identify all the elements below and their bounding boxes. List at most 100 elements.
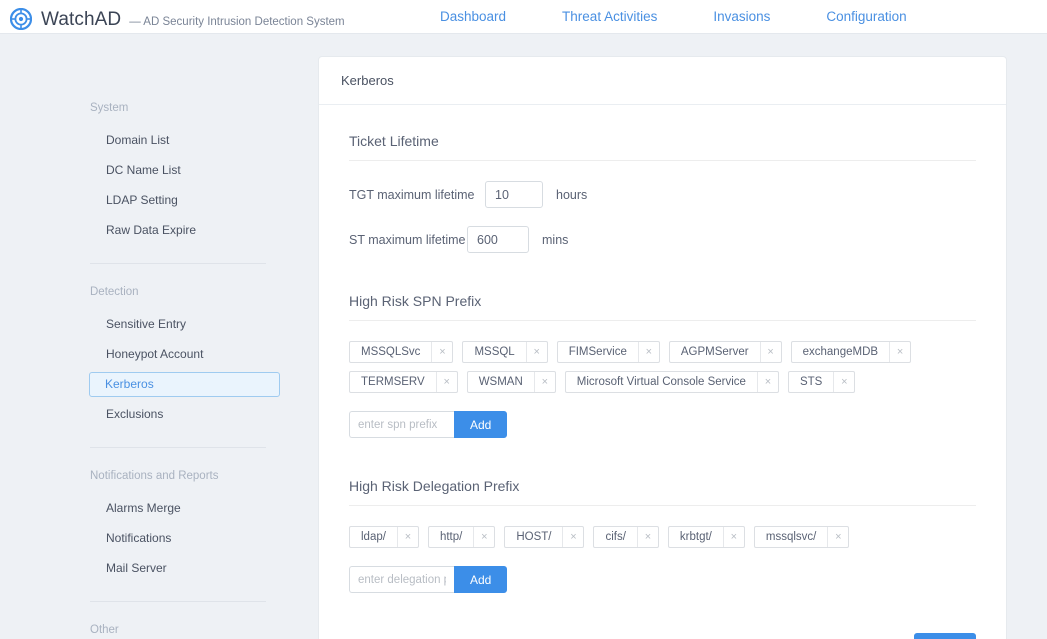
tag-item: cifs/ × <box>593 526 659 548</box>
st-lifetime-input[interactable] <box>467 226 529 253</box>
save-row: Save <box>349 633 976 639</box>
tag-label: cifs/ <box>605 531 626 543</box>
sidebar-item-honeypot-account[interactable]: Honeypot Account <box>90 342 266 367</box>
tag-item: TERMSERV × <box>349 371 458 393</box>
tgt-lifetime-input[interactable] <box>485 181 543 208</box>
main-navigation: Dashboard Threat Activities Invasions Co… <box>440 9 907 24</box>
sidebar-divider <box>90 263 266 264</box>
section-title-high-risk-spn-prefix: High Risk SPN Prefix <box>349 287 976 321</box>
main-content: Kerberos Ticket Lifetime TGT maximum lif… <box>318 34 1047 639</box>
sidebar-item-dc-name-list[interactable]: DC Name List <box>90 158 266 183</box>
tag-item: Microsoft Virtual Console Service × <box>564 371 779 393</box>
tag-remove-icon[interactable]: × <box>435 372 457 392</box>
tag-remove-icon[interactable]: × <box>722 527 744 547</box>
tag-label: STS <box>799 376 823 388</box>
tag-remove-icon[interactable]: × <box>473 527 494 547</box>
section-title-high-risk-delegation-prefix: High Risk Delegation Prefix <box>349 472 976 506</box>
sidebar-item-notifications[interactable]: Notifications <box>90 526 266 551</box>
sidebar-group-detection: Detection Sensitive Entry Honeypot Accou… <box>0 286 318 427</box>
tag-remove-icon[interactable]: × <box>833 372 854 392</box>
tag-remove-icon[interactable]: × <box>637 342 659 362</box>
tag-label: HOST/ <box>516 531 552 543</box>
top-header-bar: WatchAD — AD Security Intrusion Detectio… <box>0 0 1047 34</box>
add-delegation-prefix-button[interactable]: Add <box>454 566 508 593</box>
delegation-prefix-input[interactable] <box>349 566 454 593</box>
sidebar-item-domain-list[interactable]: Domain List <box>90 128 266 153</box>
tag-label: mssqlsvc/ <box>765 531 817 543</box>
tag-label: Microsoft Virtual Console Service <box>576 376 746 388</box>
tag-label: ldap/ <box>361 531 386 543</box>
sidebar-item-exclusions[interactable]: Exclusions <box>90 402 266 427</box>
tag-label: MSSQL <box>474 346 515 358</box>
tag-item: WSMAN × <box>466 371 556 393</box>
tag-remove-icon[interactable]: × <box>525 342 547 362</box>
tag-label: TERMSERV <box>361 376 425 388</box>
tag-label: FIMService <box>568 346 627 358</box>
target-crosshair-icon <box>9 7 33 30</box>
tag-item: exchangeMDB × <box>790 341 912 363</box>
tag-item: http/ × <box>427 526 496 548</box>
tag-label: krbtgt/ <box>679 531 712 543</box>
tag-remove-icon[interactable]: × <box>562 527 583 547</box>
sidebar-group-notifications-and-reports: Notifications and Reports Alarms Merge N… <box>0 470 318 581</box>
add-spn-prefix-button[interactable]: Add <box>454 411 508 438</box>
tag-label: exchangeMDB <box>802 346 879 358</box>
save-button[interactable]: Save <box>913 633 976 639</box>
sidebar: System Domain List DC Name List LDAP Set… <box>0 34 318 639</box>
sidebar-item-ldap-setting[interactable]: LDAP Setting <box>90 188 266 213</box>
tgt-lifetime-label: TGT maximum lifetime <box>349 187 475 202</box>
sidebar-item-kerberos[interactable]: Kerberos <box>89 372 280 397</box>
sidebar-group-title: Detection <box>90 286 139 298</box>
brand-tagline: — AD Security Intrusion Detection System <box>129 15 345 28</box>
nav-item-configuration[interactable]: Configuration <box>826 9 906 24</box>
tag-remove-icon[interactable]: × <box>396 527 418 547</box>
tag-item: MSSQL × <box>462 341 548 363</box>
tag-item: ldap/ × <box>349 526 419 548</box>
spn-prefix-input[interactable] <box>349 411 454 438</box>
sidebar-divider <box>90 601 266 602</box>
tag-remove-icon[interactable]: × <box>431 342 452 362</box>
sidebar-item-alarms-merge[interactable]: Alarms Merge <box>90 496 266 521</box>
nav-item-invasions[interactable]: Invasions <box>713 9 770 24</box>
kerberos-settings-panel: Kerberos Ticket Lifetime TGT maximum lif… <box>318 56 1007 639</box>
tag-item: mssqlsvc/ × <box>753 526 850 548</box>
tag-item: MSSQLSvc × <box>349 341 454 363</box>
tag-item: HOST/ × <box>504 526 585 548</box>
tag-label: AGPMServer <box>680 346 749 358</box>
tag-item: STS × <box>787 371 856 393</box>
tag-label: WSMAN <box>478 376 523 388</box>
section-title-ticket-lifetime: Ticket Lifetime <box>349 127 976 161</box>
delegation-prefix-tag-list: ldap/ × http/ × HOST/ × cifs/ × krbtgt/ × mss… <box>349 526 919 548</box>
sidebar-group-title: System <box>90 102 129 114</box>
tag-label: MSSQLSvc <box>361 346 421 358</box>
tag-remove-icon[interactable]: × <box>827 527 848 547</box>
tag-remove-icon[interactable]: × <box>756 372 778 392</box>
sidebar-group-system: System Domain List DC Name List LDAP Set… <box>0 102 318 243</box>
delegation-add-row: Add <box>349 566 976 593</box>
tag-remove-icon[interactable]: × <box>636 527 658 547</box>
sidebar-group-title: Other <box>90 624 119 636</box>
st-lifetime-label: ST maximum lifetime <box>349 232 466 247</box>
tag-remove-icon[interactable]: × <box>533 372 555 392</box>
tag-remove-icon[interactable]: × <box>759 342 781 362</box>
nav-item-threat-activities[interactable]: Threat Activities <box>562 9 657 24</box>
st-lifetime-unit: mins <box>542 232 569 247</box>
nav-item-dashboard[interactable]: Dashboard <box>440 9 506 24</box>
tag-item: krbtgt/ × <box>667 526 745 548</box>
sidebar-group-title: Notifications and Reports <box>90 470 219 482</box>
st-lifetime-row: ST maximum lifetime mins <box>349 226 976 253</box>
tgt-lifetime-unit: hours <box>556 187 588 202</box>
tag-item: AGPMServer × <box>668 341 782 363</box>
sidebar-group-other: Other About <box>0 624 318 639</box>
spn-add-row: Add <box>349 411 976 438</box>
brand-name: WatchAD <box>41 8 122 30</box>
tag-item: FIMService × <box>556 341 660 363</box>
tgt-lifetime-row: TGT maximum lifetime hours <box>349 181 976 208</box>
sidebar-item-raw-data-expire[interactable]: Raw Data Expire <box>90 218 266 243</box>
spn-prefix-tag-list: MSSQLSvc × MSSQL × FIMService × AGPMServer ×… <box>349 341 919 393</box>
tag-label: http/ <box>439 531 463 543</box>
sidebar-item-sensitive-entry[interactable]: Sensitive Entry <box>90 312 266 337</box>
sidebar-item-mail-server[interactable]: Mail Server <box>90 556 266 581</box>
panel-title: Kerberos <box>319 57 1006 105</box>
tag-remove-icon[interactable]: × <box>889 342 910 362</box>
